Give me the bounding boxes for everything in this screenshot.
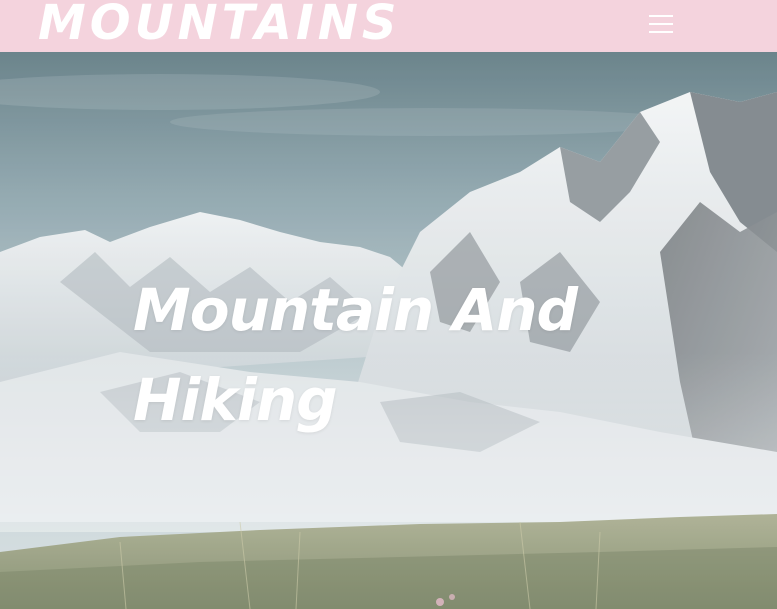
- site-header: MOUNTAINS: [0, 0, 777, 52]
- menu-bar: [649, 31, 673, 33]
- hero-title: Mountain And Hiking: [133, 276, 578, 434]
- site-logo[interactable]: MOUNTAINS: [38, 0, 400, 52]
- menu-bar: [649, 15, 673, 17]
- hamburger-menu-icon[interactable]: [645, 10, 677, 38]
- menu-bar: [649, 23, 673, 25]
- hero-section: Mountain And Hiking: [0, 52, 777, 609]
